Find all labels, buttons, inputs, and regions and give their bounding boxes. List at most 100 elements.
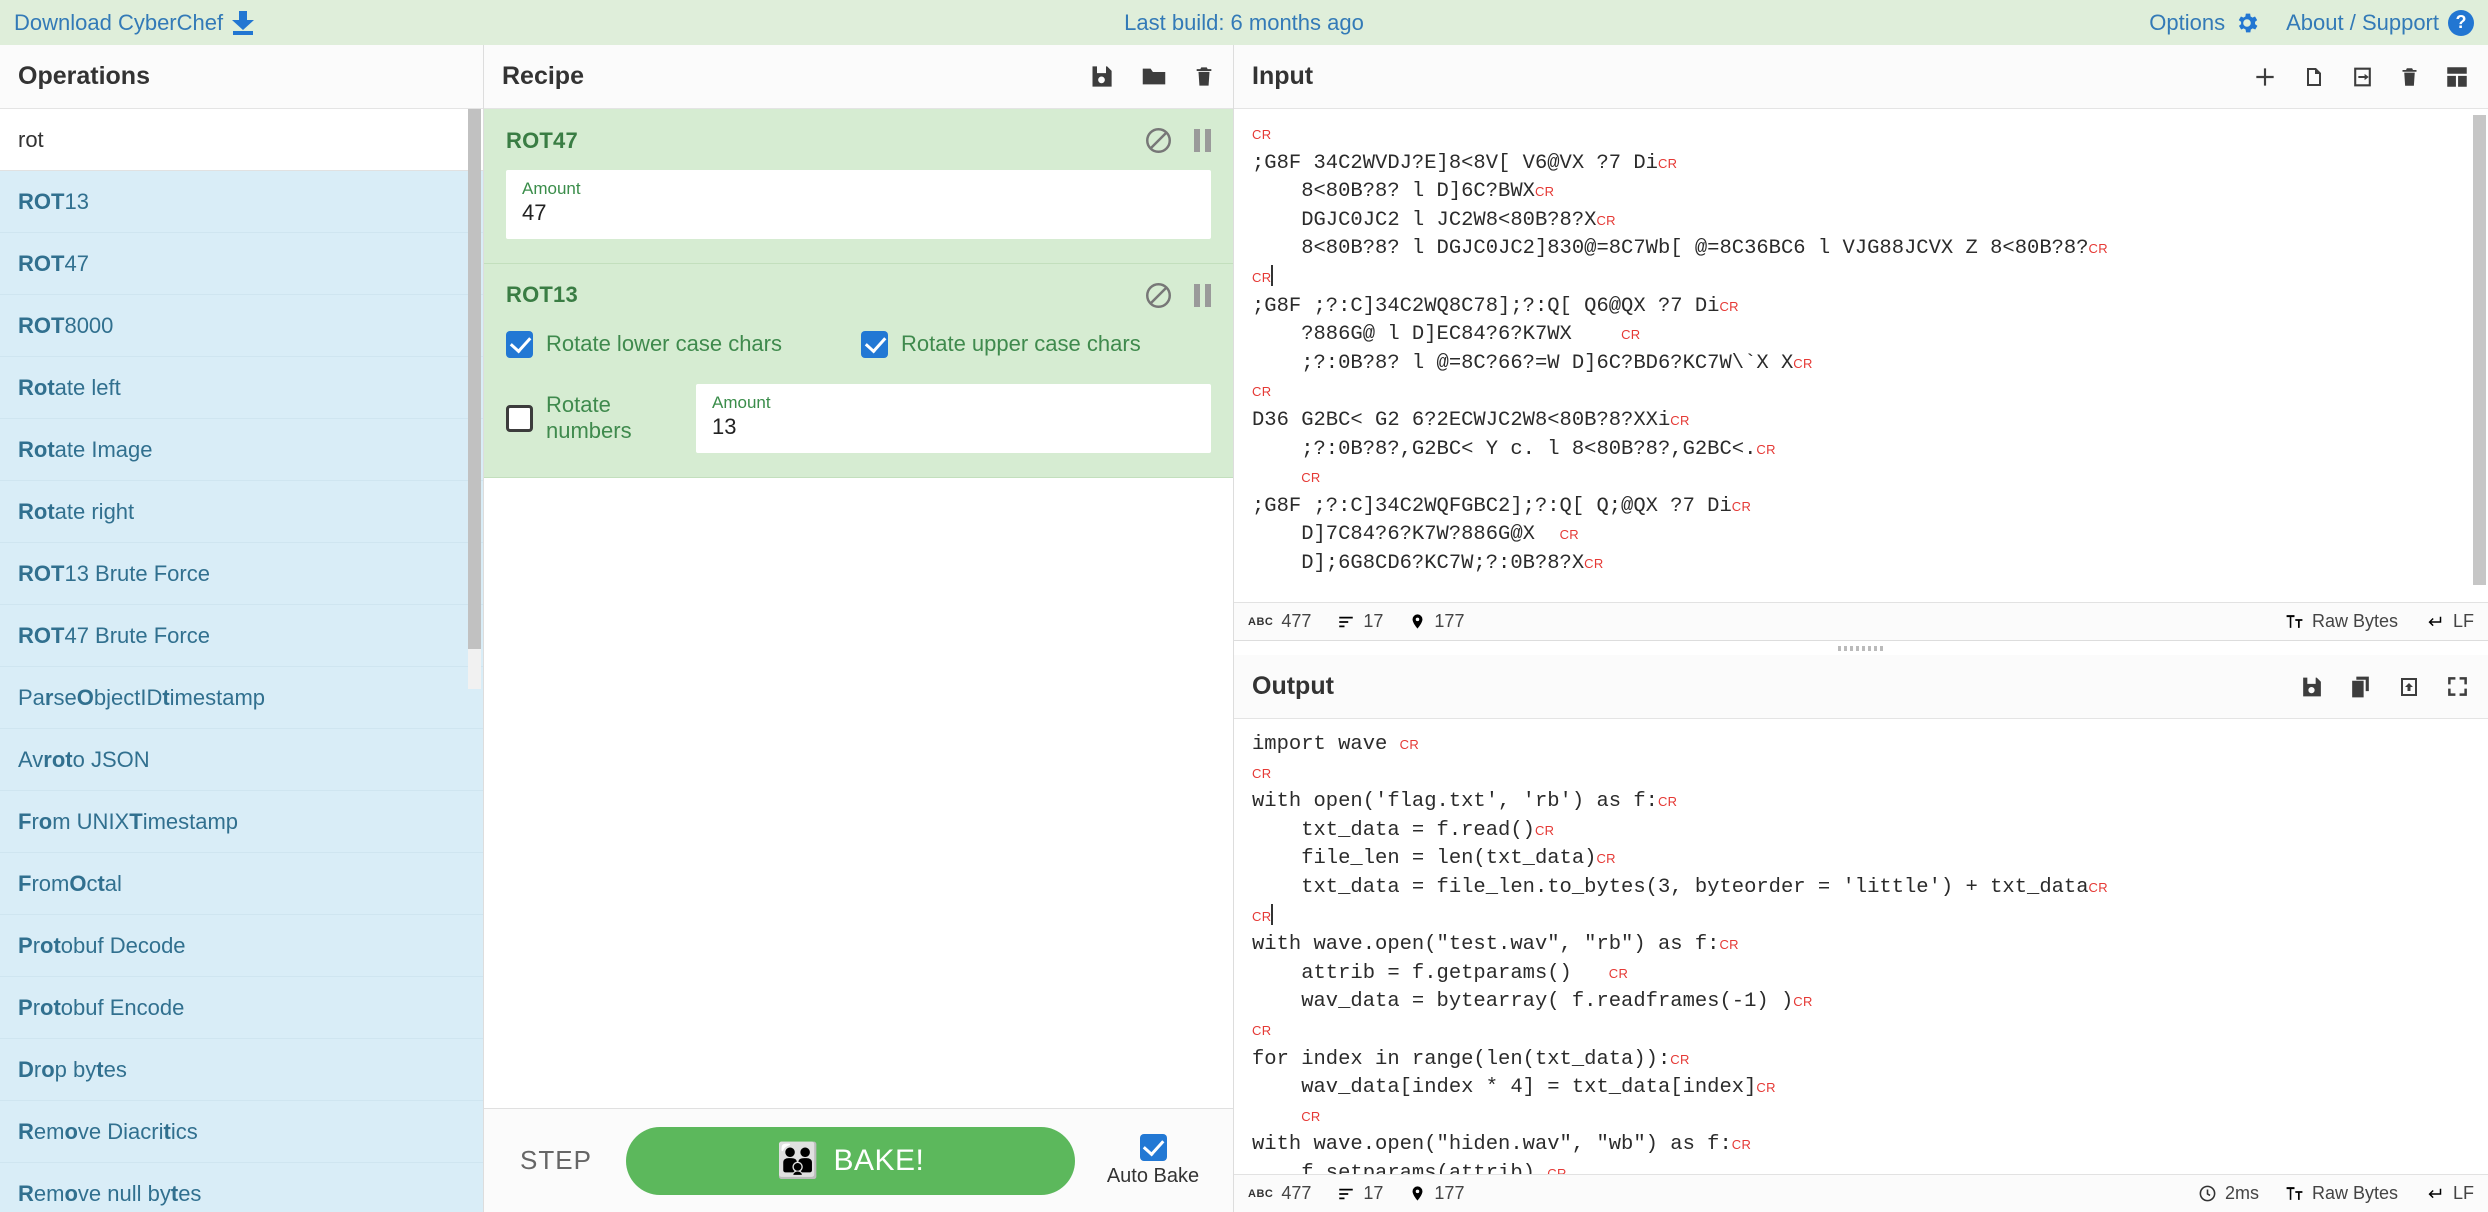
code-line: ;G8F ;?:C]34C2WQ8C78];?:Q[ Q6@QX ?7 DiCR <box>1252 293 2470 322</box>
disable-icon[interactable] <box>1145 127 1172 154</box>
input-body[interactable]: CR;G8F 34C2WVDJ?E]8<8V[ V6@VX ?7 DiCR 8<… <box>1234 109 2488 602</box>
carriage-return-marker: CR <box>1596 851 1615 866</box>
options-label[interactable]: Options <box>2149 10 2225 36</box>
operations-scrollbar[interactable] <box>468 109 481 689</box>
text-caret <box>1271 265 1273 286</box>
save-icon[interactable] <box>1088 63 1115 90</box>
output-length-stat: ABC 477 <box>1248 1183 1311 1204</box>
io-splitter[interactable] <box>1234 641 2488 655</box>
code-line: CR <box>1252 1017 2470 1046</box>
copy-output-icon[interactable] <box>2348 674 2373 700</box>
ingredient-value[interactable]: 13 <box>712 413 1195 442</box>
operations-list[interactable]: ROT13ROT47ROT8000Rotate leftRotate Image… <box>0 171 483 1212</box>
rotate-numbers-label: Rotate numbers <box>546 392 696 444</box>
operation-controls <box>1145 282 1211 309</box>
top-banner: Download CyberChef Last build: 6 months … <box>0 0 2488 45</box>
operation-list-item[interactable]: ROT8000 <box>0 295 483 357</box>
clear-io-icon[interactable] <box>2399 64 2420 90</box>
question-circle-icon[interactable]: ? <box>2448 10 2474 36</box>
operation-list-item[interactable]: From UNIX Timestamp <box>0 791 483 853</box>
carriage-return-marker: CR <box>1301 470 1320 485</box>
about-support-button[interactable]: About / Support ? <box>2286 10 2474 36</box>
recipe-operation-rot47[interactable]: ROT47 Amount 47 <box>484 109 1233 264</box>
rotate-numbers-checkbox[interactable] <box>506 405 533 432</box>
operation-list-item[interactable]: Drop bytes <box>0 1039 483 1101</box>
bake-button[interactable]: 👪 BAKE! <box>626 1127 1075 1195</box>
input-text[interactable]: CR;G8F 34C2WVDJ?E]8<8V[ V6@VX ?7 DiCR 8<… <box>1234 109 2488 579</box>
step-button[interactable]: STEP <box>504 1133 608 1188</box>
operations-scrollbar-thumb[interactable] <box>468 109 481 649</box>
operation-list-item[interactable]: Protobuf Encode <box>0 977 483 1039</box>
carriage-return-marker: CR <box>1252 270 1271 285</box>
output-body[interactable]: import wave CRCRwith open('flag.txt', 'r… <box>1234 719 2488 1174</box>
gear-icon[interactable] <box>2234 10 2260 36</box>
input-encoding-value: Raw Bytes <box>2312 611 2398 632</box>
input-eol-selector[interactable]: LF <box>2424 611 2474 632</box>
line-ending-icon <box>2424 613 2445 631</box>
download-cyberchef-label[interactable]: Download CyberChef <box>14 10 223 36</box>
output-eol-selector[interactable]: LF <box>2424 1183 2474 1204</box>
reset-layout-icon[interactable] <box>2444 64 2470 90</box>
disable-icon[interactable] <box>1145 282 1172 309</box>
operation-list-item[interactable]: ROT47 Brute Force <box>0 605 483 667</box>
breakpoint-pause-icon[interactable] <box>1194 284 1211 307</box>
input-status-bar: ABC 477 17 177 <box>1234 602 2488 640</box>
rotate-numbers-option[interactable]: Rotate numbers <box>506 392 696 444</box>
recipe-operation-list[interactable]: ROT47 Amount 47 <box>484 109 1233 1108</box>
operation-list-item[interactable]: Protobuf Decode <box>0 915 483 977</box>
breakpoint-pause-icon[interactable] <box>1194 129 1211 152</box>
operation-list-item[interactable]: From Octal <box>0 853 483 915</box>
carriage-return-marker: CR <box>1596 213 1615 228</box>
rotate-lower-case-checkbox[interactable] <box>506 331 533 358</box>
auto-bake-toggle[interactable]: Auto Bake <box>1093 1134 1213 1188</box>
input-scrollbar-thumb[interactable] <box>2473 115 2486 585</box>
io-splitter-grip[interactable] <box>1838 646 1884 651</box>
rotate-upper-case-option[interactable]: Rotate upper case chars <box>861 331 1141 358</box>
operation-list-item[interactable]: Remove Diacritics <box>0 1101 483 1163</box>
options-button[interactable]: Options <box>2149 10 2260 36</box>
open-folder-icon[interactable] <box>2302 64 2326 90</box>
download-cyberchef-link[interactable]: Download CyberChef <box>14 10 254 36</box>
folder-open-icon[interactable] <box>1139 63 1169 90</box>
cursor-position-icon <box>1409 1184 1426 1203</box>
character-count-icon: ABC <box>1248 1188 1273 1200</box>
trash-icon[interactable] <box>1193 63 1215 90</box>
input-scrollbar[interactable] <box>2473 115 2486 560</box>
search-input[interactable] <box>0 109 483 171</box>
carriage-return-marker: CR <box>1560 527 1579 542</box>
about-support-label[interactable]: About / Support <box>2286 10 2439 36</box>
rotate-upper-case-checkbox[interactable] <box>861 331 888 358</box>
rotate-lower-case-option[interactable]: Rotate lower case chars <box>506 331 861 358</box>
code-line: ;G8F 34C2WVDJ?E]8<8V[ V6@VX ?7 DiCR <box>1252 150 2470 179</box>
open-folder-as-input-icon[interactable] <box>2350 64 2375 90</box>
clock-icon <box>2198 1184 2217 1203</box>
operation-list-item[interactable]: Rotate left <box>0 357 483 419</box>
operation-list-item[interactable]: ROT47 <box>0 233 483 295</box>
ingredient-amount[interactable]: Amount 47 <box>506 170 1211 239</box>
ingredient-value[interactable]: 47 <box>522 199 1195 228</box>
input-encoding-selector[interactable]: Raw Bytes <box>2285 611 2398 632</box>
add-tab-icon[interactable] <box>2252 64 2278 90</box>
operation-list-item[interactable]: ROT13 <box>0 171 483 233</box>
download-icon[interactable] <box>232 11 254 35</box>
save-output-icon[interactable] <box>2299 674 2324 700</box>
operation-list-item[interactable]: Rotate Image <box>0 419 483 481</box>
maximise-output-icon[interactable] <box>2445 674 2470 699</box>
operation-list-item[interactable]: Parse ObjectID timestamp <box>0 667 483 729</box>
auto-bake-checkbox[interactable] <box>1140 1134 1167 1161</box>
ingredient-amount[interactable]: Amount 13 <box>696 384 1211 453</box>
output-eol-value: LF <box>2453 1183 2474 1204</box>
replace-input-icon[interactable] <box>2397 674 2421 700</box>
operation-list-item[interactable]: Remove null bytes <box>0 1163 483 1212</box>
code-line: wav_data[index * 4] = txt_data[index]CR <box>1252 1074 2470 1103</box>
recipe-operation-rot13[interactable]: ROT13 Rotate lower case chars <box>484 264 1233 478</box>
operation-list-item[interactable]: Rotate right <box>0 481 483 543</box>
operation-list-item[interactable]: Avro to JSON <box>0 729 483 791</box>
rotate-numbers-row: Rotate numbers Amount 13 <box>506 384 1211 453</box>
output-encoding-selector[interactable]: Raw Bytes <box>2285 1183 2398 1204</box>
text-encoding-icon <box>2285 1184 2304 1203</box>
output-timing-stat[interactable]: 2ms <box>2198 1183 2259 1204</box>
output-text[interactable]: import wave CRCRwith open('flag.txt', 'r… <box>1234 719 2488 1174</box>
input-position-stat: 177 <box>1409 611 1464 632</box>
operation-list-item[interactable]: ROT13 Brute Force <box>0 543 483 605</box>
